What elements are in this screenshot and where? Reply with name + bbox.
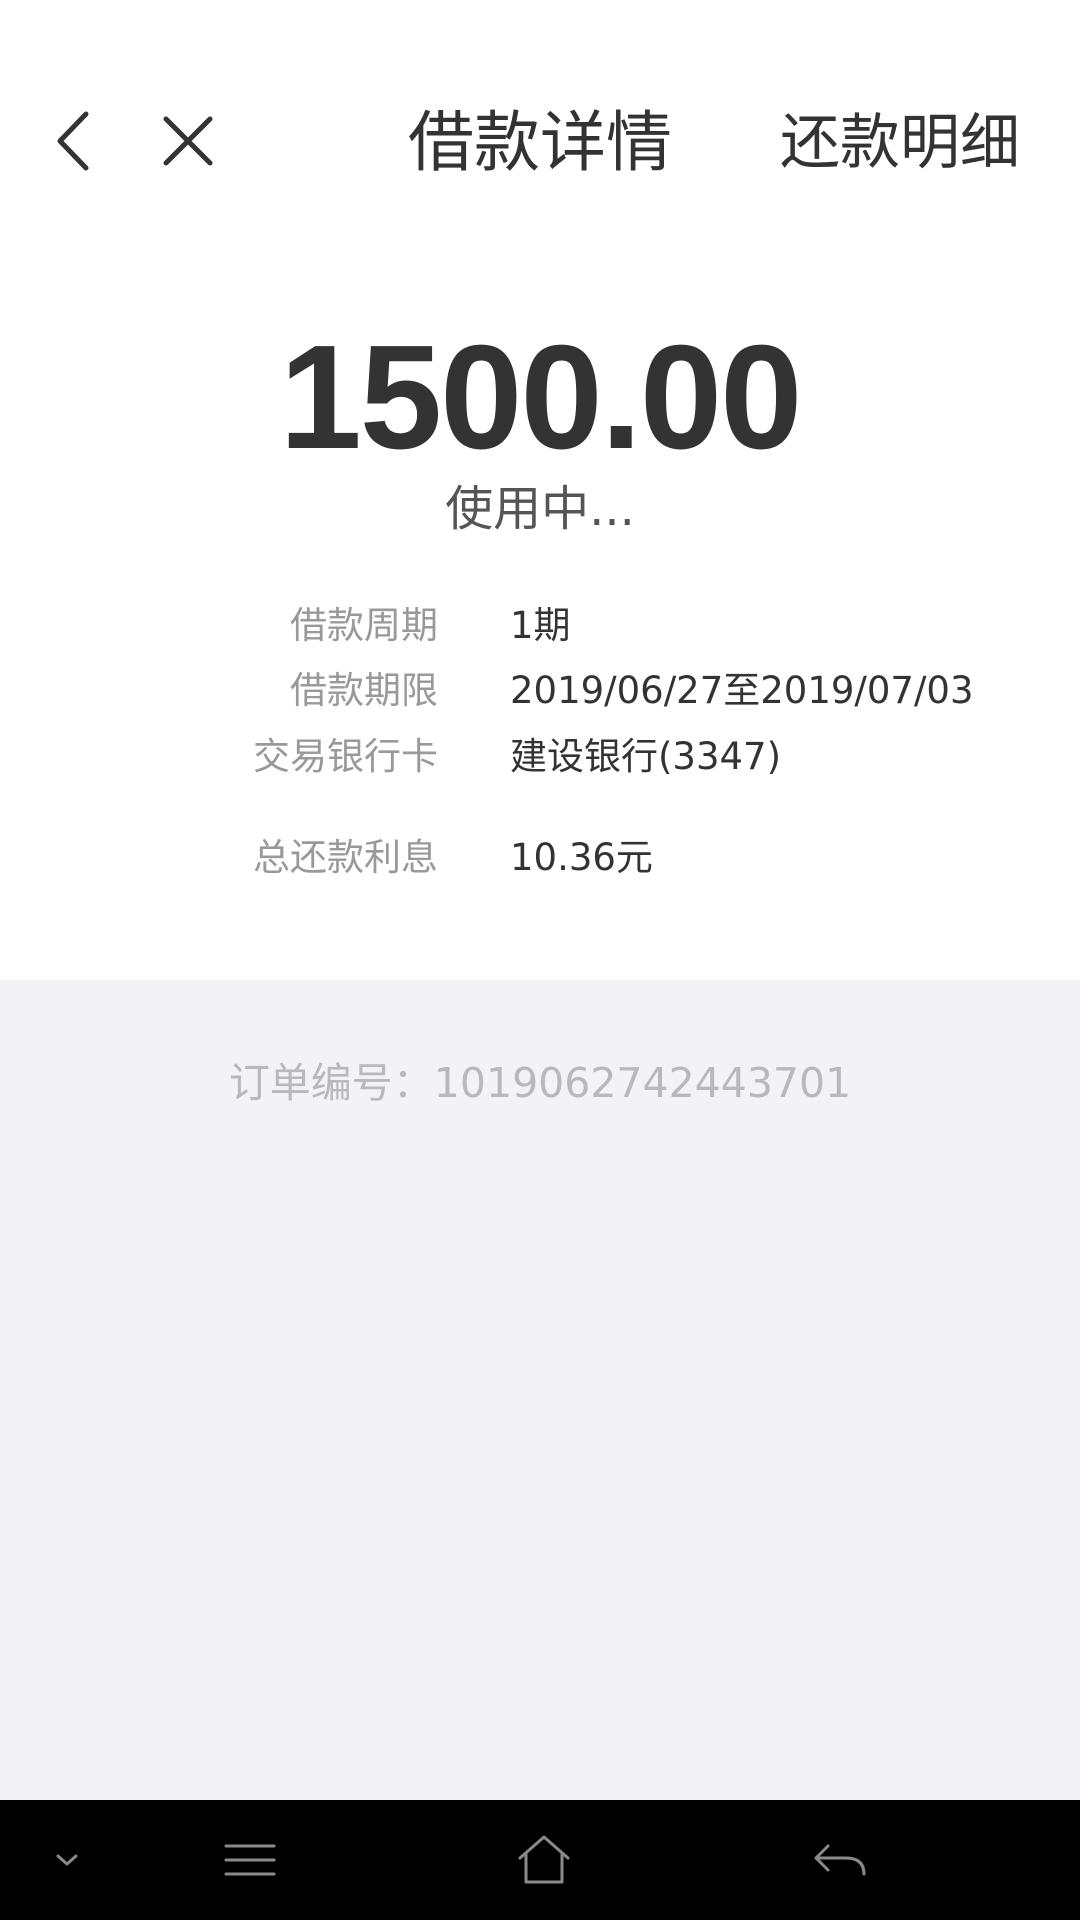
- loan-amount: 1500.00: [279, 315, 803, 480]
- detail-row-term: 借款期限 2019/06/27至2019/07/03: [0, 663, 1080, 719]
- home-icon: [518, 1835, 570, 1884]
- repayment-detail-link[interactable]: 还款明细: [780, 103, 1020, 183]
- chevron-down-icon: [56, 1854, 78, 1866]
- detail-row-period: 借款周期 1期: [0, 598, 1080, 654]
- nav-menu-button[interactable]: [205, 1820, 295, 1900]
- detail-value: 建设银行(3347): [510, 735, 782, 778]
- detail-label: 借款期限: [290, 669, 438, 712]
- detail-label: 交易银行卡: [253, 735, 438, 778]
- nav-back-button[interactable]: [795, 1820, 885, 1900]
- system-navigation-bar: [0, 1800, 1080, 1920]
- top-bar: 借款详情 还款明细: [0, 0, 1080, 240]
- detail-value: 1期: [510, 604, 571, 647]
- detail-label: 总还款利息: [253, 836, 438, 879]
- detail-label: 借款周期: [290, 604, 438, 647]
- nav-collapse-button[interactable]: [22, 1820, 112, 1900]
- loan-detail-page: 借款详情 还款明细 1500.00 使用中... 借款周期 1期 借款期限 20…: [0, 0, 1080, 1920]
- menu-icon: [224, 1844, 276, 1876]
- order-number: 订单编号：1019062742443701: [228, 1059, 852, 1107]
- detail-value: 10.36元: [510, 836, 653, 879]
- detail-row-total-interest: 总还款利息 10.36元: [0, 830, 1080, 886]
- nav-home-button[interactable]: [499, 1820, 589, 1900]
- loan-status: 使用中...: [445, 481, 635, 537]
- detail-value: 2019/06/27至2019/07/03: [510, 669, 974, 712]
- detail-row-bank-card: 交易银行卡 建设银行(3347): [0, 729, 1080, 785]
- back-arrow-icon: [814, 1844, 866, 1876]
